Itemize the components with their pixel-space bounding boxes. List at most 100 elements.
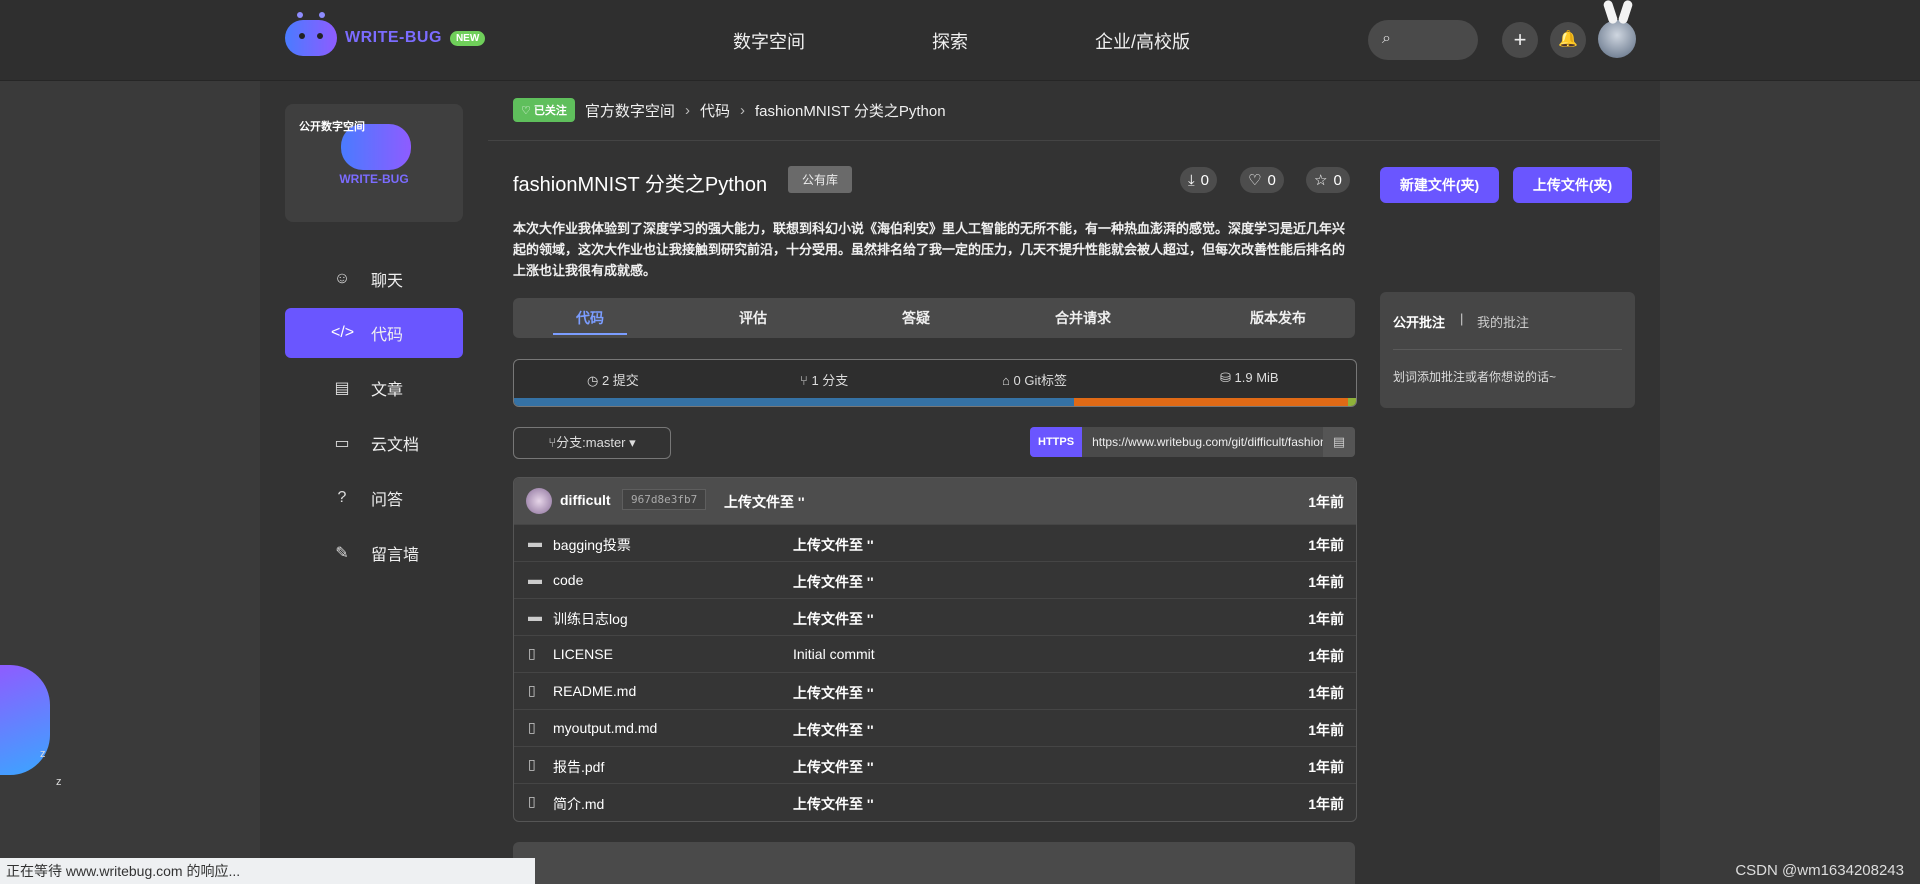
file-row[interactable]: ▯ LICENSE Initial commit 1年前 (514, 635, 1356, 673)
copy-icon[interactable]: ▤ (1323, 427, 1355, 457)
tab-public-annotations[interactable]: 公开批注 (1393, 312, 1445, 331)
file-name[interactable]: 报告.pdf (553, 757, 604, 777)
sidebar-item-chat[interactable]: ☺ 聊天 (285, 254, 463, 304)
file-name[interactable]: bagging投票 (553, 535, 631, 555)
branch-select[interactable]: ⑂分支:master ▾ (513, 427, 671, 459)
commits-link[interactable]: ◷ 2 提交 (587, 370, 639, 389)
notifications-button[interactable]: 🔔 (1550, 22, 1586, 58)
repo-size: ⛁ 1.9 MiB (1220, 370, 1279, 385)
repo-description: 本次大作业我体验到了深度学习的强大能力，联想到科幻小说《海伯利安》里人工智能的无… (513, 221, 1346, 278)
file-name[interactable]: myoutput.md.md (553, 720, 657, 736)
repo-title: fashionMNIST 分类之Python (513, 174, 768, 196)
chevron-right-icon: › (739, 101, 745, 119)
file-commit-message[interactable]: 上传文件至 '' (793, 720, 874, 740)
file-time: 1年前 (1308, 796, 1344, 812)
tab-releases[interactable]: 版本发布 (1238, 298, 1318, 338)
plus-icon: + (1513, 27, 1527, 52)
file-commit-message[interactable]: 上传文件至 '' (793, 609, 874, 629)
folder-icon: ▬ (528, 534, 542, 550)
question-icon: ? (337, 489, 347, 506)
star-icon: ☆ (1314, 172, 1328, 189)
sleep-z-icon: z (56, 776, 62, 788)
tab-evaluation[interactable]: 评估 (728, 298, 778, 338)
file-row[interactable]: ▯ 简介.md 上传文件至 '' 1年前 (514, 783, 1356, 821)
browser-status-bar: 正在等待 www.writebug.com 的响应... (0, 858, 535, 884)
file-row[interactable]: ▯ myoutput.md.md 上传文件至 '' 1年前 (514, 709, 1356, 747)
create-button[interactable]: + (1502, 22, 1538, 58)
branches-link[interactable]: ⑂ 1 分支 (800, 370, 848, 389)
upload-file-button[interactable]: 上传文件(夹) (1513, 167, 1632, 203)
top-navbar: WRITE-BUG NEW 数字空间 探索 企业/高校版 ⌕ + 🔔 (0, 0, 1920, 81)
search-button[interactable]: ⌕ (1368, 20, 1478, 60)
file-commit-message[interactable]: 上传文件至 '' (793, 535, 874, 555)
chat-icon: ☺ (333, 270, 351, 287)
site-logo[interactable]: WRITE-BUG NEW (285, 12, 486, 56)
folder-icon: ▭ (334, 435, 350, 452)
file-commit-message[interactable]: 上传文件至 '' (793, 683, 874, 703)
bunny-ears-icon (1600, 0, 1636, 26)
commit-hash[interactable]: 967d8e3fb7 (622, 489, 707, 510)
sidebar-item-label: 留言墙 (371, 547, 420, 564)
file-name[interactable]: README.md (553, 683, 636, 699)
chevron-right-icon: › (684, 101, 690, 119)
language-segment (514, 398, 1074, 406)
file-icon: ▯ (528, 793, 536, 809)
followed-badge[interactable]: ♡ 已关注 (513, 98, 575, 122)
file-row[interactable]: ▯ README.md 上传文件至 '' 1年前 (514, 672, 1356, 710)
file-row[interactable]: ▯ 报告.pdf 上传文件至 '' 1年前 (514, 746, 1356, 784)
file-icon: ▯ (528, 682, 536, 698)
file-commit-message[interactable]: 上传文件至 '' (793, 757, 874, 777)
sidebar-item-qa[interactable]: ? 问答 (285, 473, 463, 523)
sidebar-item-cloud-docs[interactable]: ▭ 云文档 (285, 418, 463, 468)
file-row[interactable]: ▬ 训练日志log 上传文件至 '' 1年前 (514, 598, 1356, 636)
tab-code[interactable]: 代码 (553, 298, 627, 338)
download-icon: ⤓ (1188, 171, 1195, 189)
file-time: 1年前 (1308, 537, 1344, 553)
commit-author[interactable]: difficult (560, 492, 611, 508)
file-row[interactable]: ▬ bagging投票 上传文件至 '' 1年前 (514, 524, 1356, 562)
protocol-toggle[interactable]: HTTPS (1030, 427, 1083, 457)
clone-url[interactable]: https://www.writebug.com/git/difficult/f… (1082, 427, 1323, 457)
file-commit-message[interactable]: Initial commit (793, 646, 875, 662)
breadcrumb-repo[interactable]: fashionMNIST 分类之Python (755, 100, 946, 121)
sidebar-item-label: 问答 (371, 492, 404, 509)
star-count[interactable]: ☆ 0 (1306, 167, 1350, 193)
nav-enterprise[interactable]: 企业/高校版 (1095, 28, 1190, 54)
search-icon: ⌕ (1382, 30, 1391, 47)
breadcrumb: ♡ 已关注 官方数字空间 › 代码 › fashionMNIST 分类之Pyth… (513, 98, 946, 122)
download-count[interactable]: ⤓ 0 (1180, 167, 1217, 193)
commit-message[interactable]: 上传文件至 '' (724, 492, 805, 512)
divider (1393, 349, 1622, 350)
tab-merge-requests[interactable]: 合并请求 (1043, 298, 1123, 338)
sidebar-item-message-wall[interactable]: ✎ 留言墙 (285, 528, 463, 578)
file-name[interactable]: 训练日志log (553, 609, 628, 629)
nav-digital-space[interactable]: 数字空间 (733, 28, 805, 54)
brand-name: WRITE-BUG (345, 29, 442, 46)
sidebar-item-label: 云文档 (371, 437, 420, 454)
file-commit-message[interactable]: 上传文件至 '' (793, 794, 874, 814)
file-name[interactable]: 简介.md (553, 794, 604, 814)
heart-icon: ♡ (521, 105, 534, 117)
sidebar-item-articles[interactable]: ▤ 文章 (285, 363, 463, 413)
breadcrumb-section[interactable]: 代码 (700, 100, 730, 121)
tab-separator: | (1460, 311, 1464, 326)
file-name[interactable]: LICENSE (553, 646, 613, 662)
sidebar-item-code[interactable]: </> 代码 (285, 308, 463, 358)
file-time: 1年前 (1308, 611, 1344, 627)
file-commit-message[interactable]: 上传文件至 '' (793, 572, 874, 592)
tab-my-annotations[interactable]: 我的批注 (1477, 312, 1529, 331)
file-row[interactable]: ▬ code 上传文件至 '' 1年前 (514, 561, 1356, 599)
annotations-panel: 公开批注 | 我的批注 划词添加批注或者你想说的话~ (1380, 292, 1635, 408)
space-card[interactable]: 公开数字空间 WRITE-BUG (285, 104, 463, 222)
folder-icon: ▬ (528, 608, 542, 624)
new-file-button[interactable]: 新建文件(夹) (1380, 167, 1499, 203)
heart-icon: ♡ (1248, 172, 1262, 189)
nav-explore[interactable]: 探索 (932, 28, 968, 54)
file-name[interactable]: code (553, 572, 583, 588)
like-count[interactable]: ♡ 0 (1240, 167, 1284, 193)
file-icon: ▯ (528, 756, 536, 772)
repo-tabs: 代码 评估 答疑 合并请求 版本发布 (513, 298, 1355, 338)
breadcrumb-space[interactable]: 官方数字空间 (585, 100, 675, 121)
tab-qa[interactable]: 答疑 (891, 298, 941, 338)
tags-link[interactable]: ⌂ 0 Git标签 (1002, 370, 1067, 389)
